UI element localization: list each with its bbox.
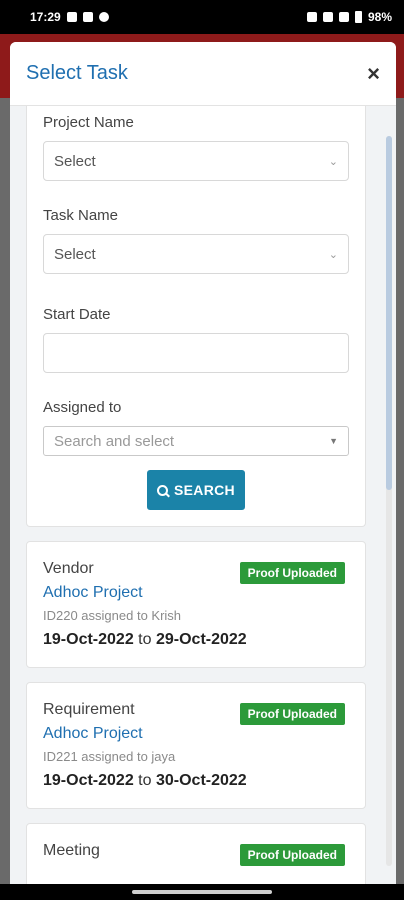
date-separator: to [138,772,152,789]
caret-down-icon: ▼ [329,436,338,446]
wifi-icon [322,12,333,22]
search-button[interactable]: SEARCH [147,470,245,510]
task-card[interactable]: Requirement Proof Uploaded Adhoc Project… [26,682,366,809]
chevron-down-icon: ⌄ [328,248,338,261]
status-time: 17:29 [30,10,61,24]
scrollbar-thumb[interactable] [386,136,392,490]
filter-form: Project Name Select ⌄ Task Name Select ⌄… [26,106,366,527]
start-date-label: Start Date [43,306,111,323]
battery-icon [354,11,362,23]
select-task-modal: Select Task × Project Name Select ⌄ Task… [10,42,396,884]
project-name-select[interactable]: Select ⌄ [43,141,349,181]
modal-body[interactable]: Project Name Select ⌄ Task Name Select ⌄… [10,106,396,884]
assigned-to-select[interactable]: Search and select ▼ [43,426,349,456]
message-icon [82,12,93,22]
home-handle[interactable] [132,890,272,894]
start-date-input[interactable] [43,333,349,373]
date-separator: to [138,631,152,648]
assigned-to-label: Assigned to [43,399,122,416]
notification-icon [66,12,77,22]
end-date: 29-Oct-2022 [155,631,247,648]
modal-title: Select Task [26,62,128,84]
task-card[interactable]: Meeting Proof Uploaded [26,823,366,884]
task-assignment: ID220 assigned to Krish [43,608,182,623]
end-date: 30-Oct-2022 [155,772,247,789]
navigation-bar [0,884,404,900]
task-name-label: Task Name [43,207,119,224]
status-badge: Proof Uploaded [239,703,345,725]
app-notification-icon [98,12,109,22]
close-button[interactable]: × [367,61,380,87]
status-badge: Proof Uploaded [239,562,345,584]
project-name-label: Project Name [43,114,134,131]
task-dates: 19-Oct-2022 to 29-Oct-2022 [43,631,349,649]
call-icon [306,12,317,22]
signal-icon [338,12,349,22]
search-button-label: SEARCH [174,482,235,498]
status-badge: Proof Uploaded [239,844,345,866]
modal-header: Select Task × [10,42,396,106]
battery-percent: 98% [367,10,392,24]
status-bar: 17:29 98% [0,0,404,34]
project-name-value: Select [54,152,96,170]
start-date: 19-Oct-2022 [43,631,134,648]
chevron-down-icon: ⌄ [328,155,338,168]
assigned-to-placeholder: Search and select [54,432,175,450]
task-assignment: ID221 assigned to jaya [43,749,176,764]
project-link[interactable]: Adhoc Project [43,584,349,602]
task-name-select[interactable]: Select ⌄ [43,234,349,274]
task-name-value: Select [54,245,96,263]
search-icon [157,484,169,496]
task-dates: 19-Oct-2022 to 30-Oct-2022 [43,772,349,790]
task-card[interactable]: Vendor Proof Uploaded Adhoc Project ID22… [26,541,366,668]
project-link[interactable]: Adhoc Project [43,725,349,743]
start-date: 19-Oct-2022 [43,772,134,789]
